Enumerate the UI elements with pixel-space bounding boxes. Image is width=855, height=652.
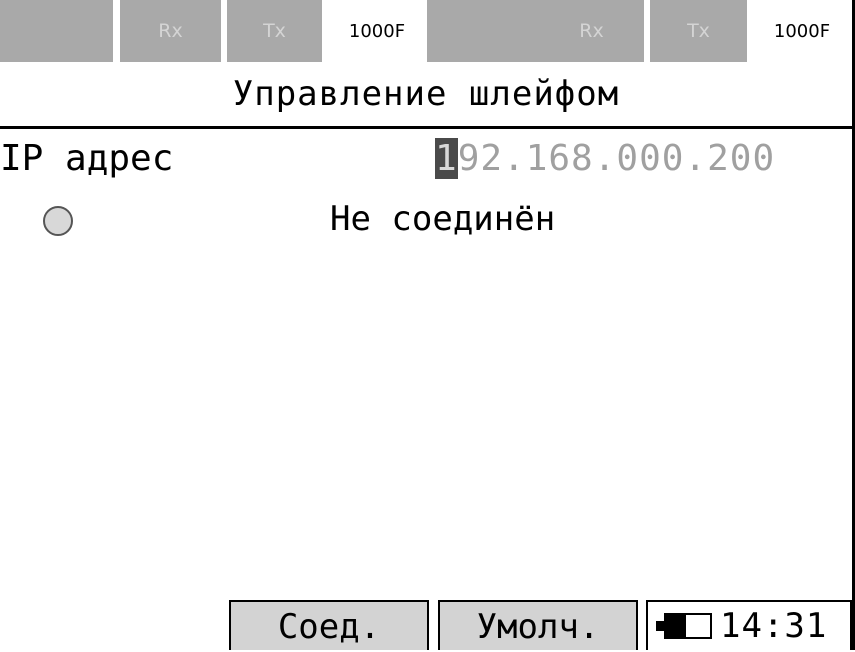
ip-address-value: 92.168.000.200: [457, 138, 776, 179]
port1-tx-indicator: Tx: [227, 0, 322, 62]
ip-cursor: 1: [435, 138, 458, 179]
port2-tx-indicator: Tx: [650, 0, 747, 62]
default-button[interactable]: Умолч.: [438, 600, 638, 650]
page-title: Управление шлейфом: [0, 62, 852, 129]
port2-link-indicator: [427, 0, 539, 62]
connect-button[interactable]: Соед.: [229, 600, 429, 650]
ip-address-label: IP адрес: [0, 138, 174, 179]
status-circle-icon: [43, 206, 73, 236]
ip-address-field[interactable]: 192.168.000.200: [435, 136, 775, 182]
clock-time: 14:31: [720, 606, 828, 646]
port1-speed: 1000F: [327, 0, 427, 62]
status-bar: Rx Tx 1000F Rx Tx 1000F: [0, 0, 852, 62]
device-screen: Rx Tx 1000F Rx Tx 1000F Управление шлейф…: [0, 0, 855, 650]
connection-status-text: Не соединён: [330, 199, 556, 239]
battery-icon: [656, 613, 714, 639]
port1-rx-indicator: Rx: [120, 0, 221, 62]
clock-panel: 14:31: [646, 600, 852, 650]
port1-link-indicator: [0, 0, 113, 62]
port2-rx-indicator: Rx: [539, 0, 644, 62]
port2-speed: 1000F: [752, 0, 852, 62]
